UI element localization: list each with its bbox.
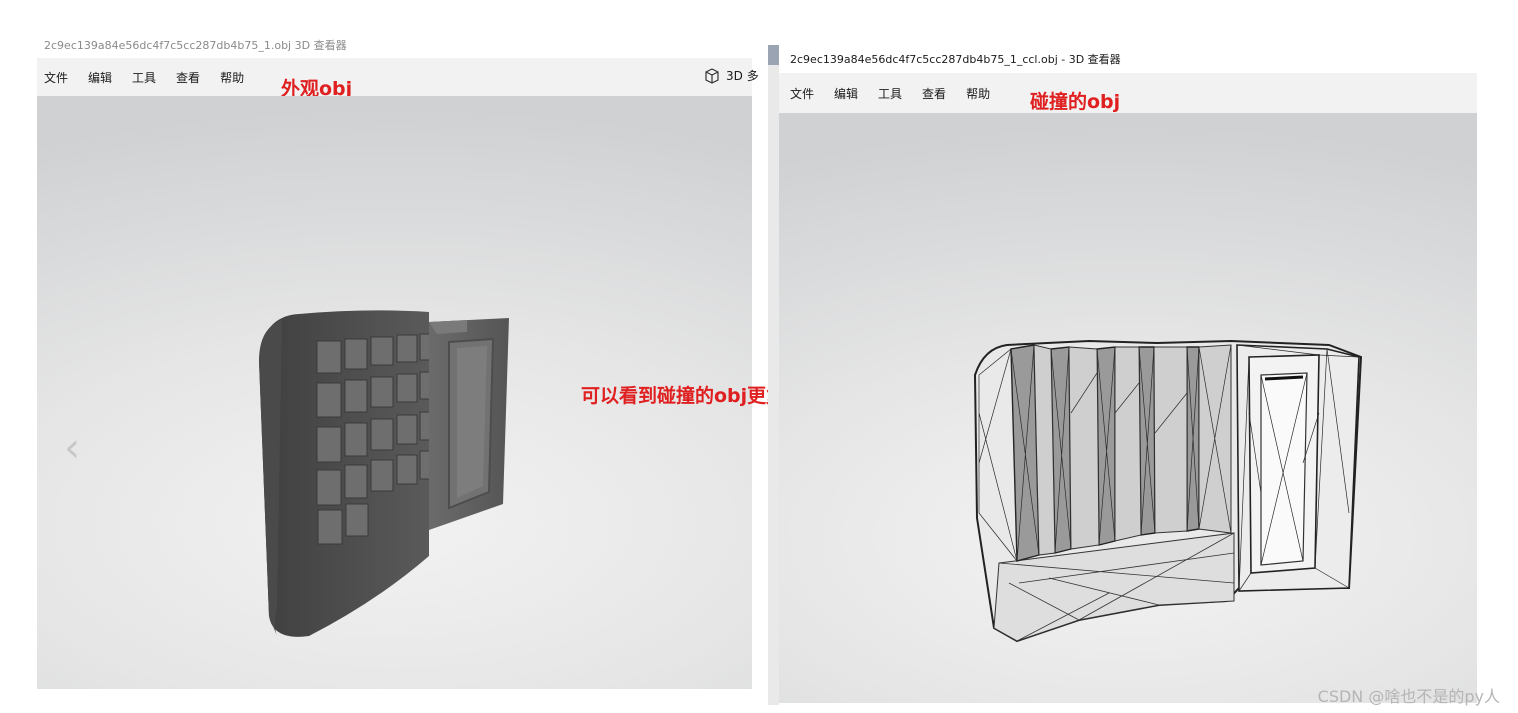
right-3d-viewport[interactable] (779, 113, 1477, 703)
csdn-watermark: CSDN @啥也不是的py人 (1317, 687, 1500, 706)
left-3d-library-button[interactable]: 3D 多 (704, 67, 759, 84)
right-window-accent (768, 45, 779, 65)
right-window-title: 2c9ec139a84e56dc4f7c5cc287db4b75_1_ccl.o… (790, 53, 1121, 66)
right-menu-help[interactable]: 帮助 (966, 85, 990, 102)
left-menu-view[interactable]: 查看 (176, 69, 200, 86)
left-menu-edit[interactable]: 编辑 (88, 69, 112, 86)
left-window-title: 2c9ec139a84e56dc4f7c5cc287db4b75_1.obj 3… (44, 39, 347, 52)
cube-icon (705, 67, 719, 84)
right-window-left-edge (768, 45, 779, 705)
prev-nav-arrow[interactable]: ‹ (64, 428, 80, 468)
left-menu-file[interactable]: 文件 (44, 69, 68, 86)
left-menubar: 文件 编辑 工具 查看 帮助 (37, 58, 752, 96)
right-menubar: 文件 编辑 工具 查看 帮助 (779, 73, 1477, 113)
right-annotation: 碰撞的obj (1030, 91, 1121, 113)
left-menu-tools[interactable]: 工具 (132, 69, 156, 86)
right-menu-tools[interactable]: 工具 (878, 85, 902, 102)
left-3d-library-label: 3D 多 (726, 69, 759, 83)
left-menu-help[interactable]: 帮助 (220, 69, 244, 86)
collision-model-render (973, 339, 1363, 643)
right-menu-view[interactable]: 查看 (922, 85, 946, 102)
right-menu-file[interactable]: 文件 (790, 85, 814, 102)
right-menu-edit[interactable]: 编辑 (834, 85, 858, 102)
